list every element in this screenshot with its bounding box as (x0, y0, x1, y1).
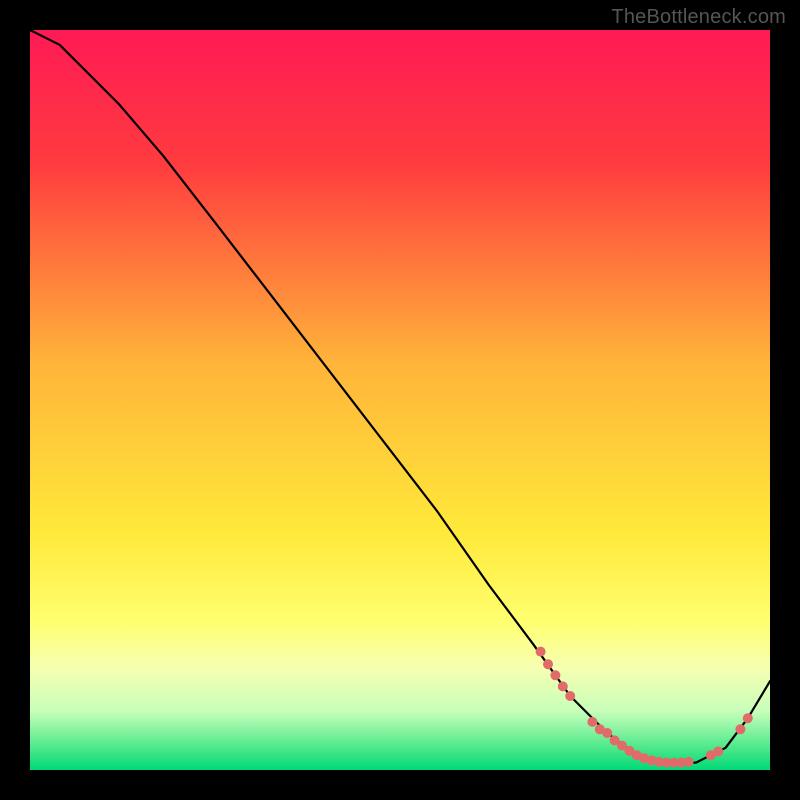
highlight-marker (743, 713, 753, 723)
highlight-marker (684, 757, 694, 767)
highlight-marker (536, 647, 546, 657)
highlight-marker (602, 728, 612, 738)
highlight-marker (735, 724, 745, 734)
bottleneck-curve (30, 30, 770, 763)
watermark-label: TheBottleneck.com (611, 6, 786, 29)
highlight-marker (587, 717, 597, 727)
highlight-markers (536, 647, 753, 768)
plot-area (30, 30, 770, 770)
highlight-marker (550, 670, 560, 680)
highlight-marker (565, 691, 575, 701)
chart-frame: TheBottleneck.com (0, 0, 800, 800)
highlight-marker (543, 659, 553, 669)
curve-layer (30, 30, 770, 770)
highlight-marker (713, 747, 723, 757)
highlight-marker (558, 681, 568, 691)
